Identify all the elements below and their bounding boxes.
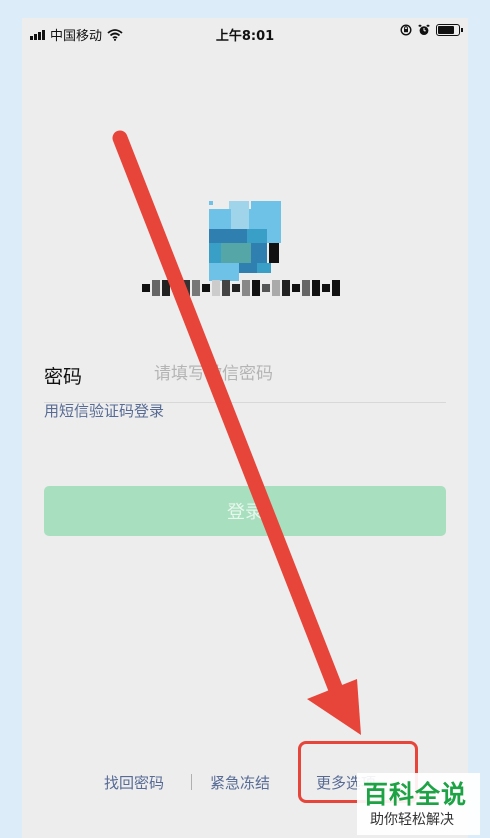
avatar-pixel [251,201,281,209]
nickname-pixel [152,280,160,296]
avatar-pixel [257,263,271,273]
nickname-pixel [262,284,270,292]
watermark: 百科全说 助你轻松解决 [357,773,480,835]
link-divider [191,774,192,790]
nickname-pixel [302,280,310,296]
avatar-pixel [209,229,247,243]
avatar-pixel [239,263,257,273]
nickname-pixel [332,280,340,296]
nickname-pixel [142,284,150,292]
recover-password-link[interactable]: 找回密码 [104,772,164,793]
watermark-subtitle: 助你轻松解决 [370,812,454,828]
nickname-pixel [222,280,230,296]
nickname-pixel [172,284,180,292]
watermark-title: 百科全说 [363,780,468,809]
status-bar: 中国移动 上午8:01 [22,18,468,48]
nickname-pixel [202,284,210,292]
avatar-pixel [249,209,281,229]
battery-icon [436,24,463,36]
nickname-pixel [252,280,260,296]
status-right [400,24,463,36]
avatar-pixel [209,201,213,205]
nickname-pixel [312,280,320,296]
battery-fill [438,26,454,34]
avatar-pixel [247,229,267,243]
nickname-pixel [192,280,200,296]
avatar-pixel [267,229,281,243]
avatar-pixel [209,243,221,263]
avatar-pixel [209,263,239,281]
login-screen: 中国移动 上午8:01 密码 用短信验证码登录 登录 找回密码 紧急冻结 更多选… [22,18,468,838]
emergency-freeze-link[interactable]: 紧急冻结 [210,772,270,793]
avatar-pixel [251,243,267,263]
avatar-pixel [209,209,231,229]
account-nickname-blurred [142,280,350,298]
avatar-pixel [269,243,279,263]
nickname-pixel [162,280,170,296]
password-input[interactable] [154,358,434,390]
nickname-pixel [282,280,290,296]
nickname-pixel [242,280,250,296]
alarm-icon [418,24,430,35]
orientation-lock-icon [400,24,412,36]
nickname-pixel [232,284,240,292]
avatar-pixel [229,201,249,209]
nickname-pixel [212,280,220,296]
avatar-pixel [221,243,251,263]
password-label: 密码 [44,366,83,388]
nickname-pixel [322,284,330,292]
nickname-pixel [292,284,300,292]
avatar-pixel [231,209,249,229]
password-row: 密码 [44,348,446,403]
nickname-pixel [182,280,190,296]
sms-login-link[interactable]: 用短信验证码登录 [44,400,164,421]
nickname-pixel [272,280,280,296]
login-button[interactable]: 登录 [44,486,446,536]
avatar[interactable] [209,201,283,281]
